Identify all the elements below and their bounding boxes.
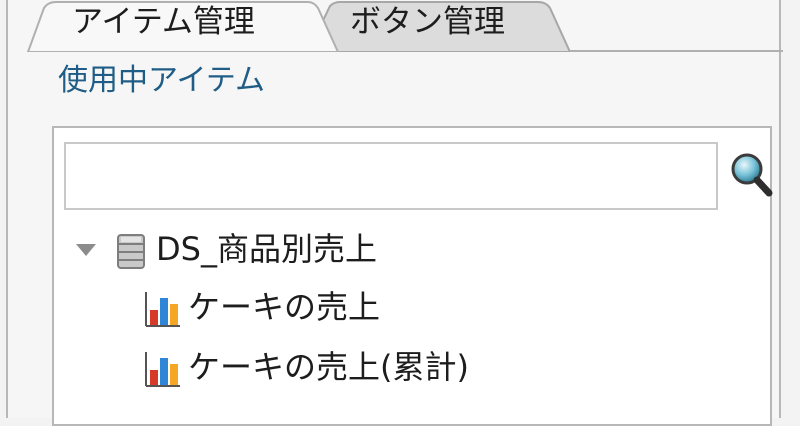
bar-chart-icon: [145, 352, 180, 387]
bar-chart-icon: [145, 292, 180, 327]
search-input[interactable]: [64, 142, 718, 210]
search-icon[interactable]: [728, 150, 774, 200]
triangle-down-icon[interactable]: [74, 242, 98, 258]
tree-node-label: DS_商品別売上: [156, 230, 377, 268]
tab-button-management[interactable]: ボタン管理: [350, 2, 505, 42]
tab-strip: アイテム管理 ボタン管理: [8, 0, 783, 52]
item-management-panel: アイテム管理 ボタン管理 使用中アイテム DS_商品別売上 ケーキの売上 ケーキ…: [6, 0, 783, 426]
tree-item-label: ケーキの売上: [188, 288, 381, 326]
tree-item-label: ケーキの売上(累計): [188, 348, 469, 386]
items-in-use-list: DS_商品別売上 ケーキの売上 ケーキの売上(累計): [52, 126, 774, 426]
section-title-items-in-use: 使用中アイテム: [58, 63, 265, 98]
tab-item-management[interactable]: アイテム管理: [72, 2, 255, 42]
database-icon: [117, 234, 145, 269]
